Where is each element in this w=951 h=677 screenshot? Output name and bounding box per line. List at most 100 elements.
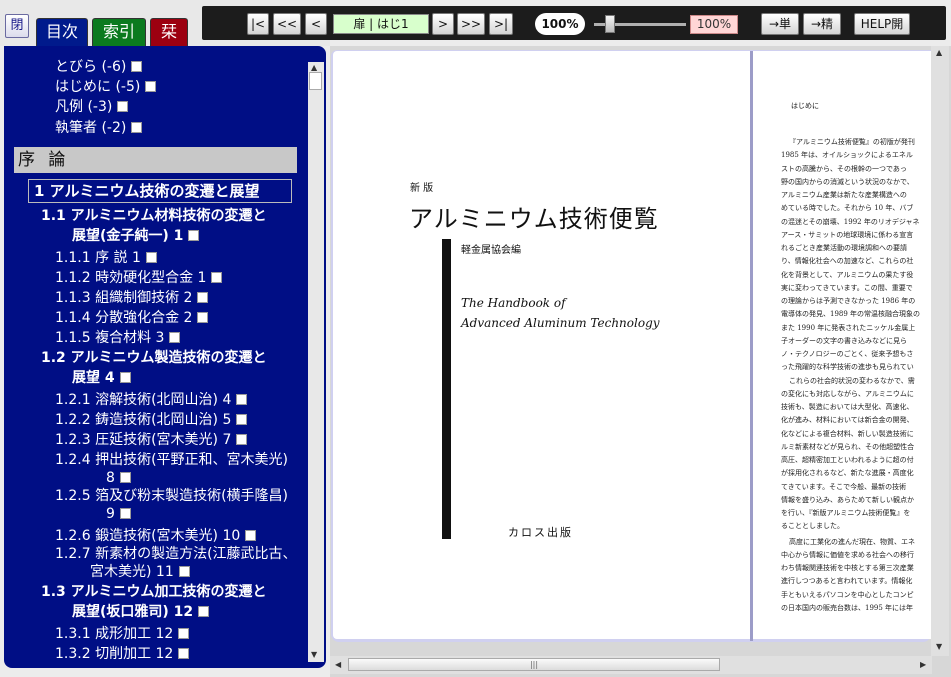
toc-checkbox[interactable]	[119, 508, 131, 519]
toc-front-item[interactable]: とびら (-6)	[55, 58, 143, 77]
preface-line: 高圧、超精密加工といわれるように超の付	[781, 456, 914, 464]
toc-item[interactable]: 1.1 アルミニウム材料技術の変遷と	[41, 207, 267, 226]
preface-line: めている時でした。それから 10 年、バブ	[781, 204, 914, 213]
toc-item[interactable]: 1.2.2 鋳造技術(北岡山治) 5	[55, 411, 248, 430]
scroll-up-icon[interactable]: ▲	[311, 63, 317, 72]
preface-line: 中心から情報に価値を求める社会への移行	[781, 550, 914, 559]
toc-checkbox[interactable]	[245, 530, 257, 541]
preface-line: 電導体の発見、1989 年の常温核融合現象の	[781, 310, 921, 319]
close-panel-button[interactable]: 閉	[5, 14, 29, 38]
prev-many-button[interactable]: <<	[273, 13, 301, 35]
toc-checkbox[interactable]	[145, 81, 157, 92]
toc-item[interactable]: 1.2.7 新素材の製造方法(江藤武比古、	[55, 545, 297, 564]
toc-checkbox[interactable]	[236, 414, 248, 425]
viewer-hscroll[interactable]: ◀ ||| ▶	[330, 656, 932, 674]
toc-item[interactable]: 展望(坂口雅司) 12	[72, 603, 210, 622]
toc-item[interactable]: 1.2.4 押出技術(平野正和、宮木美光)	[55, 451, 288, 470]
toc-item[interactable]: 1.3.1 成形加工 12	[55, 625, 190, 644]
last-page-button[interactable]: >|	[489, 13, 513, 35]
toc-checkbox[interactable]	[145, 252, 157, 263]
toc-checkbox[interactable]	[236, 434, 248, 445]
toc-scrollbar[interactable]: ▲ ▼	[308, 62, 324, 662]
zoom-field[interactable]: 100%	[690, 15, 738, 34]
cover-english-title: The Handbook of Advanced Aluminum Techno…	[461, 296, 660, 330]
prev-page-button[interactable]: <	[305, 13, 327, 35]
page-indicator[interactable]: 扉 | はじ1	[333, 14, 429, 34]
toc-checkbox[interactable]	[117, 101, 129, 112]
single-page-button[interactable]: →単	[761, 13, 799, 35]
preface-line: 1985 年は、オイルショックによるエネル	[781, 151, 913, 160]
viewer-vscroll[interactable]: ▲ ▼	[931, 46, 949, 656]
toc-item[interactable]: 1.2.3 圧延技術(宮木美光) 7	[55, 431, 248, 450]
scroll-up-icon[interactable]: ▲	[936, 48, 942, 57]
toc-chapter-selected[interactable]: 1 アルミニウム技術の変遷と展望	[28, 179, 292, 203]
zoom-button[interactable]: 100%	[535, 13, 585, 35]
toc-item[interactable]: 8	[106, 469, 131, 488]
toc-checkbox[interactable]	[211, 272, 223, 283]
scroll-right-icon[interactable]: ▶	[920, 660, 926, 669]
scroll-left-icon[interactable]: ◀	[335, 660, 341, 669]
toc-checkbox[interactable]	[178, 648, 190, 659]
toc-checkbox[interactable]	[198, 606, 210, 617]
toc-item[interactable]: 1.1.3 組織制御技術 2	[55, 289, 209, 308]
tab-bookmark[interactable]: 栞	[150, 18, 188, 46]
preface-line: 技術も、製造においては大型化、高速化、	[781, 403, 914, 411]
toc-checkbox[interactable]	[178, 628, 190, 639]
cover-publisher: 軽金属協会編	[461, 245, 521, 256]
toc-front-item[interactable]: はじめに (-5)	[55, 78, 157, 97]
viewer-hscroll-thumb[interactable]: |||	[348, 658, 720, 671]
preface-line: ルミ新素材などが見られ、その他超塑性合	[781, 442, 915, 451]
toc-checkbox[interactable]	[188, 230, 200, 241]
preface-line: 実に変わってきています。この間、重要で	[781, 283, 913, 292]
preface-heading: はじめに	[791, 102, 819, 110]
toc-checkbox[interactable]	[131, 122, 143, 133]
toc-checkbox[interactable]	[169, 332, 181, 343]
toc-checkbox[interactable]	[119, 472, 131, 483]
toc-front-item[interactable]: 執筆者 (-2)	[55, 119, 143, 138]
toc-item[interactable]: 1.1.1 序 説 1	[55, 249, 157, 268]
preface-line: アルミニウム産業は新たな産業構造への	[781, 191, 907, 199]
toc-item[interactable]: 1.1.4 分散強化合金 2	[55, 309, 209, 328]
tab-toc[interactable]: 目次	[36, 18, 88, 46]
toc-item[interactable]: 1.3 アルミニウム加工技術の変遷と	[41, 583, 267, 602]
scroll-down-icon[interactable]: ▼	[311, 650, 317, 659]
scroll-down-icon[interactable]: ▼	[936, 642, 942, 651]
toc-section-header[interactable]: 序 論	[14, 147, 297, 173]
toc-checkbox[interactable]	[131, 61, 143, 72]
toc-scrollbar-thumb[interactable]	[309, 72, 322, 90]
preface-line: 高度に工業化の進んだ現在、物質、エネ	[789, 537, 915, 546]
toc-panel: とびら (-6) はじめに (-5) 凡例 (-3) 執筆者 (-2) 序 論 …	[4, 46, 326, 668]
cover-title: アルミニウム技術便覧	[409, 205, 659, 233]
toc-item[interactable]: 1.2 アルミニウム製造技術の変遷と	[41, 349, 267, 368]
next-many-button[interactable]: >>	[457, 13, 485, 35]
toc-item[interactable]: 1.2.1 溶解技術(北岡山治) 4	[55, 391, 248, 410]
toc-front-item[interactable]: 凡例 (-3)	[55, 98, 129, 117]
help-button[interactable]: HELP開	[854, 13, 910, 35]
preface-line: ノ・テクノロジーのごとく、従来予想もさ	[781, 350, 914, 358]
toc-item[interactable]: 1.3.2 切削加工 12	[55, 645, 190, 664]
preface-line: り、情報化社会への加速など、これらの社	[781, 257, 914, 266]
toc-checkbox[interactable]	[236, 394, 248, 405]
toc-item[interactable]: 1.1.5 複合材料 3	[55, 329, 181, 348]
preface-line: 手ともいえるパソコンを中心としたコンピ	[781, 590, 914, 599]
preface-line: 子オーダーの文字の書き込みなどに見ら	[781, 336, 907, 345]
tab-index[interactable]: 索引	[92, 18, 146, 46]
toc-checkbox[interactable]	[178, 566, 190, 577]
fine-view-button[interactable]: →精	[803, 13, 841, 35]
preface-line: の理論からは予測できなかった 1986 年の	[781, 297, 916, 305]
toc-item[interactable]: 展望 4	[72, 369, 131, 388]
toc-checkbox[interactable]	[119, 372, 131, 383]
toc-item[interactable]: 9	[106, 505, 131, 524]
toc-item[interactable]: 1.1.2 時効硬化型合金 1	[55, 269, 223, 288]
toc-item[interactable]: 1.2.5 箔及び粉末製造技術(横手隆昌)	[55, 487, 288, 506]
toc-item[interactable]: 展望(金子純一) 1	[72, 227, 200, 246]
zoom-slider-thumb[interactable]	[604, 15, 615, 33]
toc-checkbox[interactable]	[197, 292, 209, 303]
toc-item[interactable]: 1.2.6 鍛造技術(宮木美光) 10	[55, 527, 257, 546]
next-page-button[interactable]: >	[432, 13, 454, 35]
preface-line: ることとしました。	[781, 522, 844, 531]
preface-line: 化などによる複合材料、新しい製造技術に	[781, 429, 914, 438]
toc-checkbox[interactable]	[197, 312, 209, 323]
toc-item[interactable]: 宮木美光) 11	[90, 563, 190, 582]
first-page-button[interactable]: |<	[247, 13, 269, 35]
